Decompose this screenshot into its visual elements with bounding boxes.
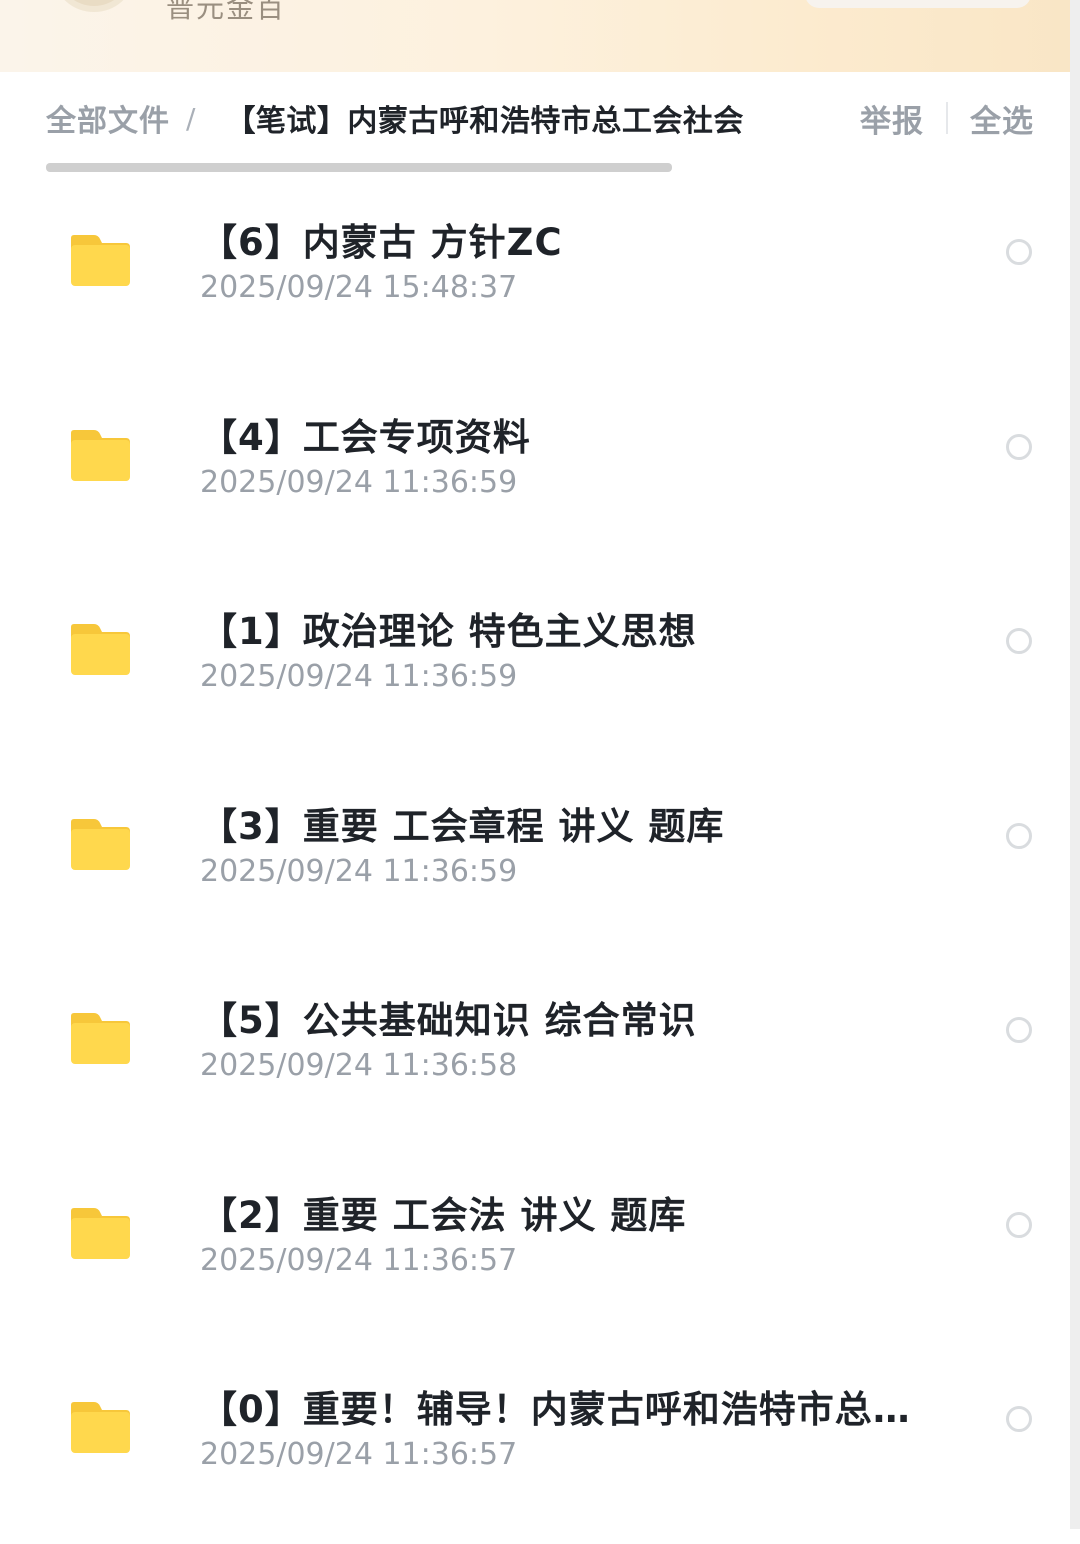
file-date: 2025/09/24 11:36:59 xyxy=(200,464,518,500)
breadcrumb-current-folder: 【笔试】内蒙古呼和浩特市总工会社会 xyxy=(225,104,744,139)
header-subtitle: 普元金百 xyxy=(166,0,287,24)
folder-icon xyxy=(71,1013,130,1064)
folder-icon xyxy=(71,818,130,870)
breadcrumb-separator: / xyxy=(186,101,196,135)
file-name: 【0】重要！辅导！内蒙古呼和浩特市总… xyxy=(200,1388,911,1431)
list-item[interactable]: 【6】内蒙古 方针ZC 2025/09/24 15:48:37 xyxy=(0,182,1070,377)
list-item[interactable]: 【2】重要 工会法 讲义 题库 2025/09/24 11:36:57 xyxy=(0,1155,1070,1350)
header-banner: 普元金百 xyxy=(0,0,1070,72)
select-radio[interactable] xyxy=(1006,822,1032,849)
folder-icon xyxy=(71,235,130,286)
file-date: 2025/09/24 11:36:57 xyxy=(200,1437,518,1472)
report-button[interactable]: 举报 xyxy=(860,96,924,141)
file-date: 2025/09/24 15:48:37 xyxy=(200,270,518,305)
folder-icon xyxy=(71,1402,130,1453)
file-name: 【3】重要 工会章程 讲义 题库 xyxy=(200,804,725,848)
file-date: 2025/09/24 11:36:57 xyxy=(200,1242,518,1278)
folder-icon xyxy=(71,1207,130,1259)
select-radio[interactable] xyxy=(1006,239,1032,265)
select-radio[interactable] xyxy=(1006,433,1032,460)
folder-icon xyxy=(71,624,130,675)
list-item[interactable]: 【4】工会专项资料 2025/09/24 11:36:59 xyxy=(0,377,1070,572)
list-item[interactable]: 【5】公共基础知识 综合常识 2025/09/24 11:36:58 xyxy=(0,960,1070,1155)
file-date: 2025/09/24 11:36:59 xyxy=(200,659,518,694)
avatar[interactable] xyxy=(55,0,133,12)
page-scrollbar[interactable] xyxy=(1070,0,1080,1529)
file-list: 【6】内蒙古 方针ZC 2025/09/24 15:48:37 【4】工会专项资… xyxy=(0,182,1070,1544)
file-name: 【1】政治理论 特色主义思想 xyxy=(200,610,697,653)
file-date: 2025/09/24 11:36:58 xyxy=(200,1048,518,1083)
file-name: 【6】内蒙古 方针ZC xyxy=(200,221,563,264)
select-radio[interactable] xyxy=(1006,628,1032,654)
action-divider xyxy=(946,102,948,134)
select-radio[interactable] xyxy=(1006,1017,1032,1043)
select-radio[interactable] xyxy=(1006,1406,1032,1432)
list-item[interactable]: 【3】重要 工会章程 讲义 题库 2025/09/24 11:36:59 xyxy=(0,766,1070,961)
header-actions: 举报 全选 xyxy=(860,96,1034,141)
breadcrumb: 全部文件 / 【笔试】内蒙古呼和浩特市总工会社会 xyxy=(46,97,776,140)
select-radio[interactable] xyxy=(1006,1211,1032,1238)
header-pill-button[interactable] xyxy=(805,0,1031,8)
breadcrumb-scrollbar[interactable] xyxy=(46,163,672,172)
breadcrumb-root-link[interactable]: 全部文件 xyxy=(46,97,170,139)
file-name: 【4】工会专项资料 xyxy=(200,415,531,459)
list-item[interactable]: 【0】重要！辅导！内蒙古呼和浩特市总… 2025/09/24 11:36:57 xyxy=(0,1349,1070,1544)
folder-icon xyxy=(71,429,130,481)
file-name: 【5】公共基础知识 综合常识 xyxy=(200,999,697,1042)
file-date: 2025/09/24 11:36:59 xyxy=(200,853,518,889)
select-all-button[interactable]: 全选 xyxy=(970,96,1034,141)
file-name: 【2】重要 工会法 讲义 题库 xyxy=(200,1193,687,1237)
list-item[interactable]: 【1】政治理论 特色主义思想 2025/09/24 11:36:59 xyxy=(0,571,1070,766)
